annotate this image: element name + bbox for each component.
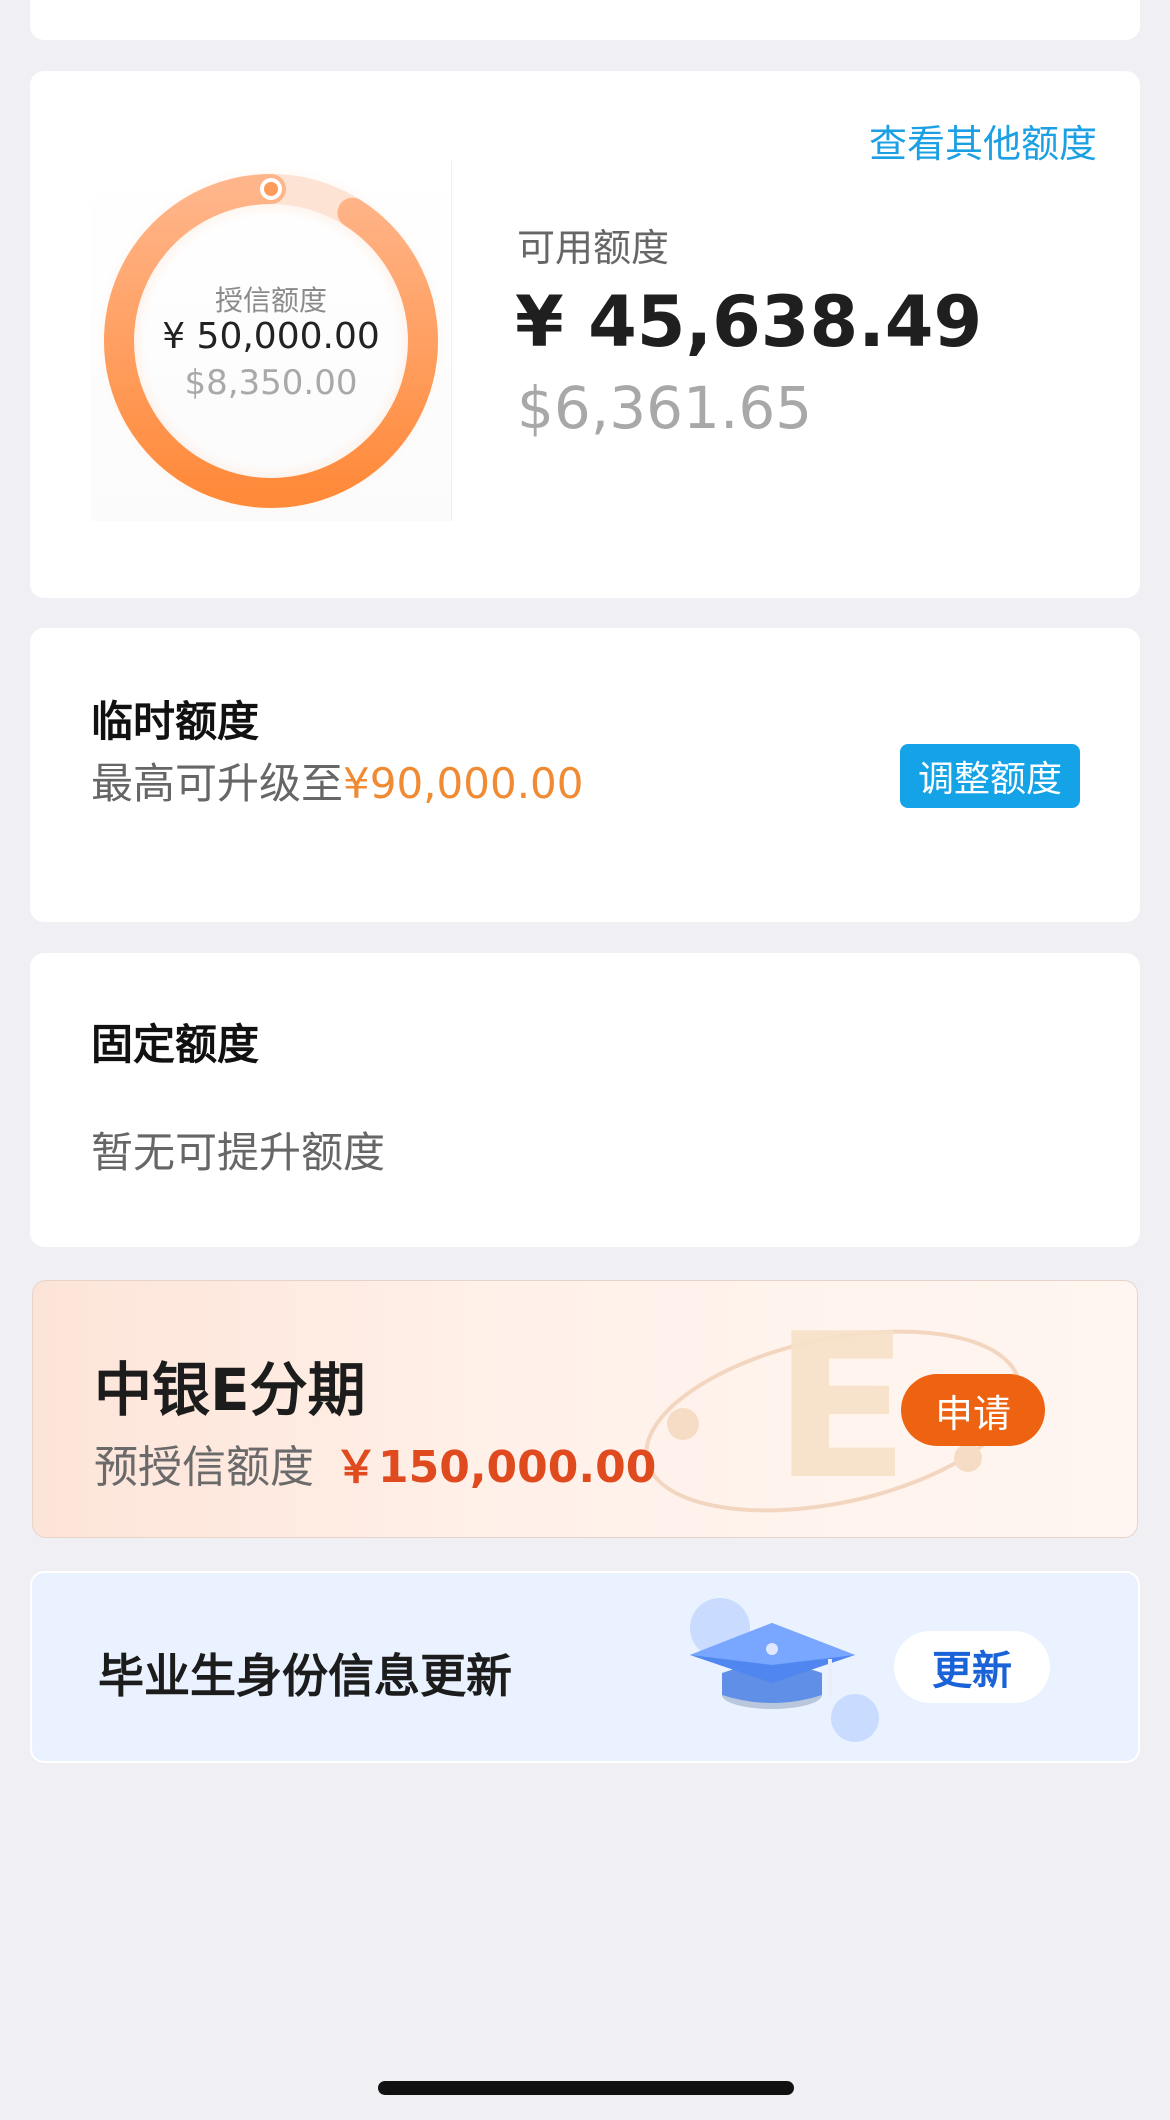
ring-cny-amount: ¥ 50,000.00 — [162, 316, 380, 357]
fixed-limit-card: 固定额度 暂无可提升额度 — [30, 953, 1140, 1247]
temporary-limit-prefix: 最高可升级至 — [91, 759, 344, 808]
temporary-limit-amount: ¥90,000.00 — [343, 759, 584, 808]
adjust-limit-button[interactable]: 调整额度 — [900, 744, 1080, 808]
update-button[interactable]: 更新 — [894, 1631, 1050, 1703]
fixed-limit-title: 固定额度 — [91, 1020, 260, 1069]
graduation-cap-icon — [690, 1598, 879, 1742]
apply-button[interactable]: 申请 — [901, 1374, 1045, 1446]
available-cny-amount: ¥ 45,638.49 — [515, 281, 983, 363]
fixed-limit-subtitle: 暂无可提升额度 — [91, 1128, 386, 1177]
graduate-info-title: 毕业生身份信息更新 — [98, 1649, 512, 1703]
temporary-limit-card[interactable]: 临时额度 最高可升级至¥90,000.00 调整额度 — [30, 628, 1140, 922]
available-limit-label: 可用额度 — [517, 226, 670, 270]
home-indicator — [378, 2081, 794, 2095]
previous-card-edge — [30, 0, 1140, 40]
available-usd-amount: $6,361.65 — [517, 374, 813, 442]
view-other-limits-link[interactable]: 查看其他额度 — [869, 113, 1097, 168]
e-installment-title: 中银E分期 — [94, 1356, 366, 1424]
temporary-limit-title: 临时额度 — [91, 697, 260, 746]
ring-usd-amount: $8,350.00 — [184, 363, 358, 403]
svg-text:E: E — [773, 1291, 910, 1524]
graduate-info-banner[interactable]: 毕业生身份信息更新 更新 — [30, 1571, 1140, 1763]
pre-credit-label: 预授信额度 — [94, 1442, 314, 1493]
credit-ring-widget: 授信额度 ¥ 50,000.00 $8,350.00 — [91, 161, 452, 521]
credit-limit-card: 授信额度 ¥ 50,000.00 $8,350.00 查看其他额度 可用额度 ¥… — [30, 71, 1140, 598]
e-installment-banner[interactable]: E 中银E分期 预授信额度 ￥150,000.00 申请 — [32, 1280, 1138, 1538]
temporary-limit-subtitle: 最高可升级至¥90,000.00 — [91, 750, 584, 811]
pre-credit-amount: ￥150,000.00 — [334, 1442, 657, 1493]
ring-title: 授信额度 — [214, 284, 327, 317]
e-installment-subtitle: 预授信额度 ￥150,000.00 — [94, 1431, 656, 1495]
